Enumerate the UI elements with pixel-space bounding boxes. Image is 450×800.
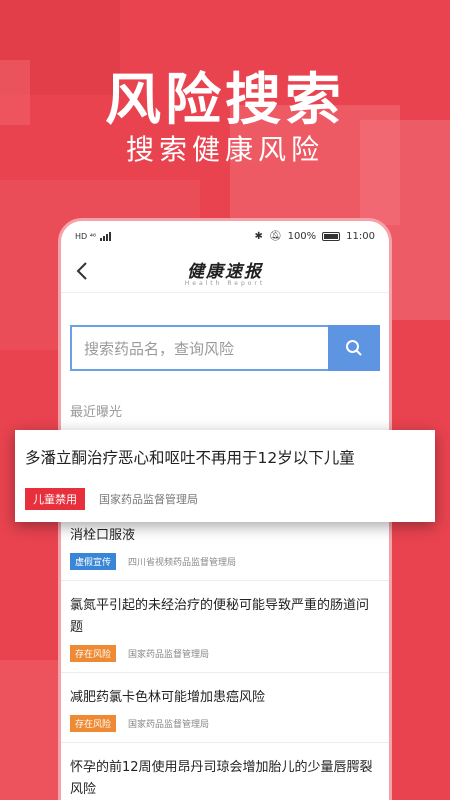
bg-decoration (0, 660, 60, 800)
back-arrow-icon[interactable] (71, 259, 95, 283)
search-bar: 搜索药品名，查询风险 (70, 325, 380, 371)
search-input[interactable]: 搜索药品名，查询风险 (70, 325, 328, 371)
clock: 11:00 (346, 230, 375, 242)
list-item[interactable]: 消栓口服液 虚假宣传 四川省视频药品监督管理局 (61, 513, 389, 581)
item-source: 国家药品监督管理局 (128, 650, 210, 660)
section-label: 最近曝光 (70, 405, 123, 420)
list-item[interactable]: 氯氮平引起的未经治疗的便秘可能导致严重的肠道问题 存在风险 国家药品监督管理局 (61, 581, 389, 673)
navbar: 健康速报 Health Report (61, 251, 389, 293)
network-label: HD ⁴⁶ (75, 231, 97, 241)
highlighted-card[interactable]: 多潘立酮治疗恶心和呕吐不再用于12岁以下儿童 儿童禁用 国家药品监督管理局 (15, 430, 435, 522)
bluetooth-icon: ✱ (254, 230, 263, 242)
logo-text: 健康速报 (187, 261, 263, 282)
item-tag: 存在风险 (70, 715, 117, 732)
card-tag: 儿童禁用 (25, 488, 85, 510)
item-tag: 虚假宣传 (70, 553, 117, 570)
mute-icon: 🔕︎ (268, 230, 282, 242)
hero-title: 风险搜索 (105, 68, 345, 133)
app-logo: 健康速报 Health Report (185, 257, 266, 287)
battery-icon (322, 231, 341, 241)
card-source: 国家药品监督管理局 (99, 493, 198, 506)
card-title: 多潘立酮治疗恶心和呕吐不再用于12岁以下儿童 (25, 449, 355, 467)
status-bar: HD ⁴⁶ ✱ 🔕︎ 100% 11:00 (61, 221, 389, 251)
item-title: 怀孕的前12周使用昂丹司琼会增加胎儿的少量唇腭裂风险 (70, 760, 373, 797)
item-source: 国家药品监督管理局 (128, 720, 210, 730)
search-icon (346, 340, 362, 356)
item-title: 消栓口服液 (70, 528, 136, 543)
item-tag: 存在风险 (70, 645, 117, 662)
item-title: 减肥药氯卡色林可能增加患癌风险 (70, 690, 266, 705)
list-item[interactable]: 减肥药氯卡色林可能增加患癌风险 存在风险 国家药品监督管理局 (61, 673, 389, 743)
search-button[interactable] (328, 325, 380, 371)
exposure-list: 消栓口服液 虚假宣传 四川省视频药品监督管理局 氯氮平引起的未经治疗的便秘可能导… (61, 513, 389, 800)
logo-subtext: Health Report (184, 279, 266, 287)
battery-percent: 100% (287, 230, 317, 242)
list-item[interactable]: 怀孕的前12周使用昂丹司琼会增加胎儿的少量唇腭裂风险 (61, 743, 389, 800)
hero-subtitle: 搜索健康风险 (125, 133, 324, 166)
signal-icon (100, 231, 112, 241)
item-title: 氯氮平引起的未经治疗的便秘可能导致严重的肠道问题 (70, 598, 370, 635)
item-source: 四川省视频药品监督管理局 (128, 558, 237, 568)
